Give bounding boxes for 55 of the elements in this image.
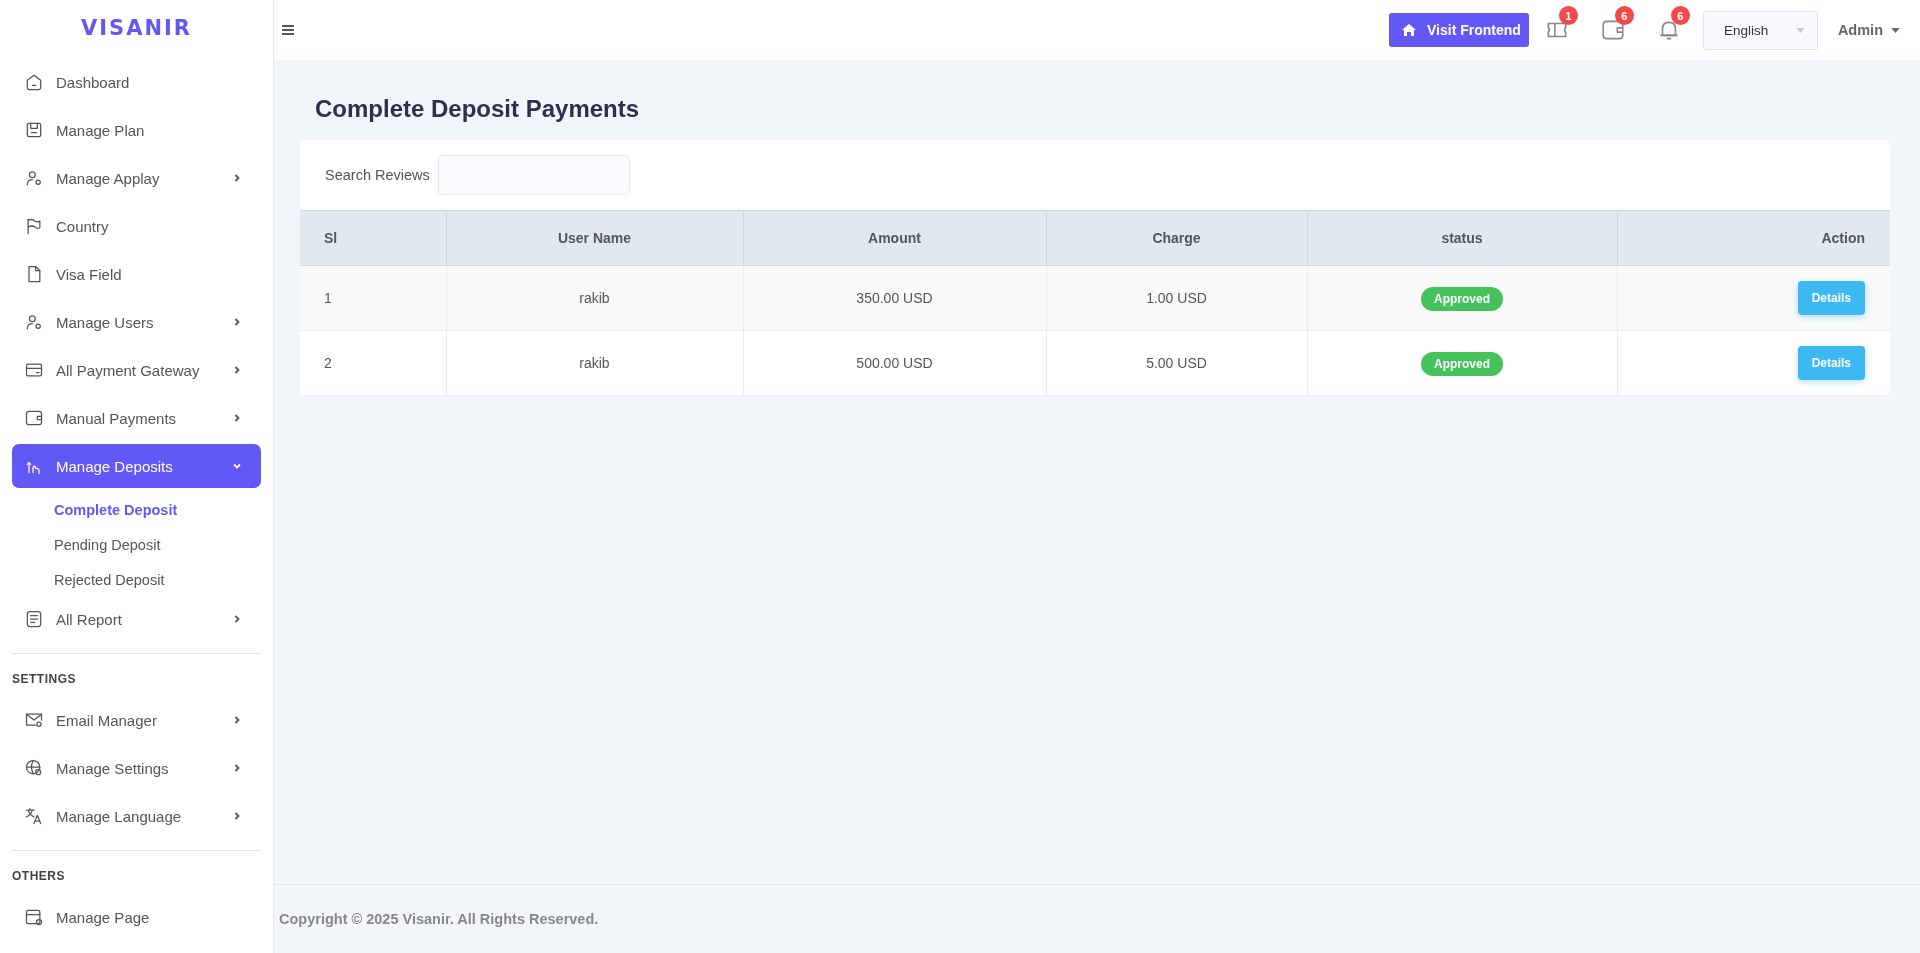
sidebar-item[interactable]: Country bbox=[12, 204, 261, 248]
table-cell: 2 bbox=[300, 330, 446, 396]
sidebar-item[interactable]: Manage Settings bbox=[12, 746, 261, 790]
wallet-icon bbox=[24, 408, 44, 428]
table-cell: rakib bbox=[446, 265, 743, 331]
table-cell: 350.00 USD bbox=[743, 265, 1046, 331]
table-cell: 1.00 USD bbox=[1046, 265, 1307, 331]
sidebar-item[interactable]: Visa Field bbox=[12, 252, 261, 296]
home-icon bbox=[1401, 22, 1418, 38]
home-icon bbox=[24, 72, 44, 92]
column-header: Amount bbox=[743, 210, 1046, 266]
search-field[interactable] bbox=[437, 155, 630, 195]
table-cell: 5.00 USD bbox=[1046, 330, 1307, 396]
caret-icon bbox=[1891, 27, 1900, 33]
sidebar-item[interactable]: All Payment Gateway bbox=[12, 348, 261, 392]
table-cell: 500.00 USD bbox=[743, 330, 1046, 396]
caret-icon bbox=[1795, 27, 1805, 33]
page-title: Complete Deposit Payments bbox=[315, 95, 641, 123]
sidebar-item[interactable]: Manage Applay bbox=[12, 156, 261, 200]
column-header: status bbox=[1307, 210, 1617, 266]
menu-icon[interactable] bbox=[280, 22, 296, 38]
count-badge: 6 bbox=[1670, 6, 1690, 25]
table-cell: rakib bbox=[446, 330, 743, 396]
sidebar-item[interactable]: Manage Plan bbox=[12, 108, 261, 152]
sidebar-item[interactable]: Manage Users bbox=[12, 300, 261, 344]
column-header: User Name bbox=[446, 210, 743, 266]
sidebar-item[interactable]: Email Manager bbox=[12, 698, 261, 742]
count-badge: 1 bbox=[1558, 6, 1578, 25]
status-badge: Approved bbox=[1421, 287, 1503, 311]
submenu-item[interactable]: Complete Deposit bbox=[12, 492, 261, 527]
user-menu[interactable]: Admin bbox=[1837, 22, 1883, 38]
section-heading: SETTINGS bbox=[12, 672, 77, 686]
floppy-icon bbox=[24, 120, 44, 140]
translate-icon bbox=[24, 806, 44, 826]
sidebar-item[interactable]: Manage Page bbox=[12, 895, 261, 939]
submenu-item[interactable]: Pending Deposit bbox=[12, 527, 261, 562]
language-select[interactable]: English bbox=[1702, 10, 1818, 50]
count-badge: 6 bbox=[1614, 6, 1634, 25]
status-badge: Approved bbox=[1421, 352, 1503, 376]
table-cell: 1 bbox=[300, 265, 446, 331]
sidebar-item[interactable]: Manage Deposits bbox=[12, 444, 261, 488]
column-header: Charge bbox=[1046, 210, 1307, 266]
copyright-text: Copyright © 2025 Visanir. All Rights Reserved. bbox=[279, 911, 599, 927]
column-header: Action bbox=[1617, 210, 1890, 266]
section-heading: OTHERS bbox=[12, 869, 66, 883]
sidebar-item[interactable]: All Report bbox=[12, 597, 261, 641]
sidebar-item[interactable]: Manual Payments bbox=[12, 396, 261, 440]
submenu-item[interactable]: Rejected Deposit bbox=[12, 562, 261, 597]
visit-frontend-button[interactable]: Visit Frontend bbox=[1389, 13, 1529, 47]
search-label: Search Reviews bbox=[325, 167, 430, 183]
sidebar-item[interactable]: Dashboard bbox=[12, 60, 261, 104]
sidebar-item[interactable]: Manage Language bbox=[12, 794, 261, 838]
column-header: Sl bbox=[300, 210, 446, 266]
document-icon bbox=[24, 609, 44, 629]
brand-logo[interactable]: VISANIR bbox=[12, 0, 261, 56]
